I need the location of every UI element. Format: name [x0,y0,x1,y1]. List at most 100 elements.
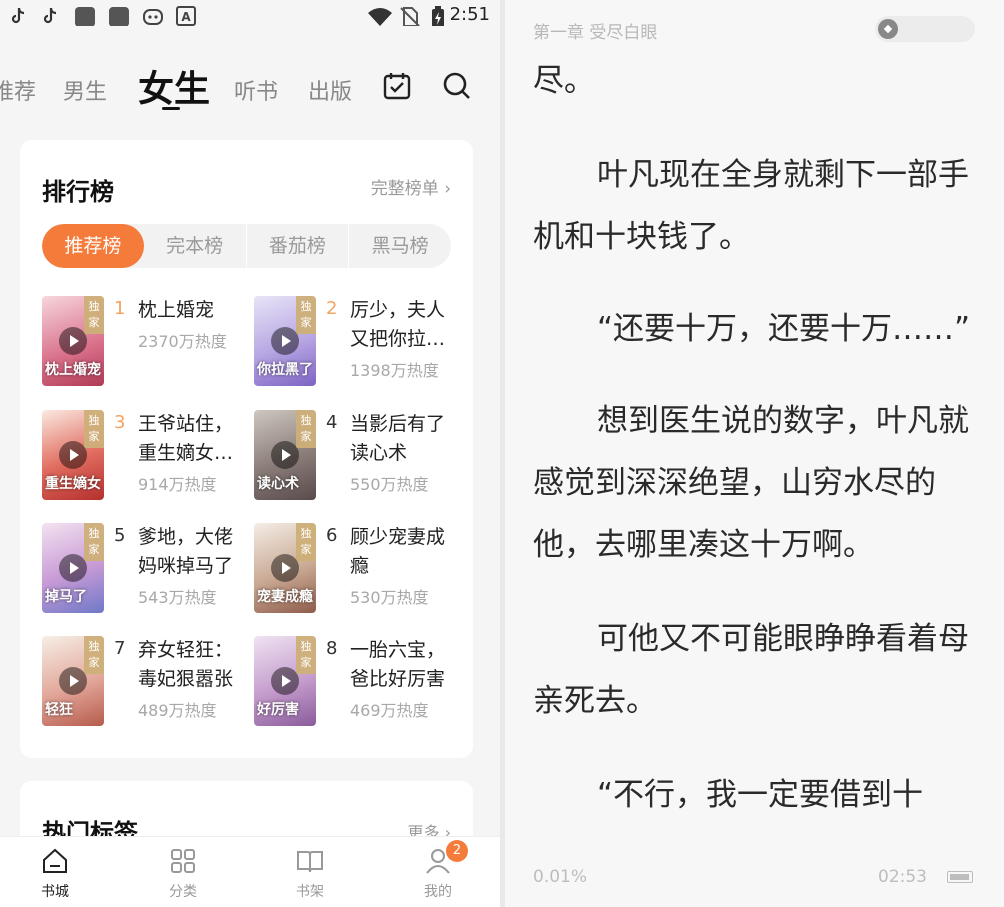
rank-number: 6 [326,525,338,546]
play-icon[interactable] [271,327,299,355]
nav-label: 我的 [424,884,452,900]
book-cover[interactable]: 独家 你拉黑了 [254,296,316,386]
ranking-tabs: 推荐榜 完本榜 番茄榜 黑马榜 [42,224,451,268]
tab-recommend[interactable]: 推荐 [0,74,36,106]
book-cover[interactable]: 独家 掉马了 [42,523,104,613]
book-title: 一胎六宝，爸比好厉害 [350,639,446,690]
play-icon[interactable] [271,667,299,695]
nav-label: 书架 [296,884,324,900]
battery-icon [947,871,973,883]
ranking-tab-darkhorse[interactable]: 黑马榜 [349,224,451,268]
exclusive-badge: 独家 [296,296,316,334]
no-sim-icon [400,7,420,26]
rank-number: 8 [326,638,338,659]
cover-title: 掉马了 [45,589,87,605]
reader-toggle[interactable] [875,16,975,42]
play-icon[interactable] [59,327,87,355]
toggle-knob[interactable] [878,19,898,39]
exclusive-badge: 独家 [84,523,104,561]
book-item[interactable]: 独家 宠妻成瘾 6 顾少宠妻成瘾 530万热度 [254,523,464,615]
font-a-icon: A [176,6,196,26]
book-heat: 530万热度 [350,588,429,607]
ranking-tab-fanqie[interactable]: 番茄榜 [247,224,350,268]
book-item[interactable]: 独家 你拉黑了 2 厉少，夫人又把你拉… 1398万热度 [254,296,464,388]
active-tab-indicator [162,107,180,110]
book-cover[interactable]: 独家 轻狂 [42,636,104,726]
status-bar: A 2:51 [0,0,500,32]
ranking-tab-completed[interactable]: 完本榜 [144,224,247,268]
wifi-icon [368,8,392,26]
tiktok-icon [43,7,57,24]
rank-number: 4 [326,412,338,433]
book-item[interactable]: 独家 好厉害 8 一胎六宝，爸比好厉害 469万热度 [254,636,464,728]
cover-title: 轻狂 [45,702,73,718]
chapter-title: 第一章 受尽白眼 [533,23,658,43]
cover-title: 你拉黑了 [257,362,313,378]
exclusive-badge: 独家 [296,410,316,448]
bottom-navigation: 书城 分类 书架 2 我的 [0,836,500,907]
play-icon[interactable] [271,441,299,469]
bookstore-screen: A 2:51 推荐 男生 女生 听书 出版 排行榜 完整榜单 › 推荐榜 完本榜… [0,0,500,907]
app-square-icon [75,7,95,26]
ranking-title: 排行榜 [42,178,114,206]
book-title: 王爷站住，重生嫡女… [138,413,234,464]
exclusive-badge: 独家 [84,296,104,334]
status-time: 2:51 [449,4,490,25]
search-icon[interactable] [441,70,473,102]
grid-icon [171,849,195,873]
calendar-check-icon[interactable] [381,70,413,102]
cover-title: 枕上婚宠 [45,362,101,378]
rank-number: 1 [114,298,126,319]
channel-tabs: 推荐 男生 女生 听书 出版 [0,58,500,118]
book-cover[interactable]: 独家 好厉害 [254,636,316,726]
nav-bookshelf[interactable]: 书架 [270,837,350,907]
ranking-card: 排行榜 完整榜单 › 推荐榜 完本榜 番茄榜 黑马榜 独家 枕上婚宠 1 枕上婚… [20,140,473,758]
ranking-tab-recommend[interactable]: 推荐榜 [42,224,144,268]
tab-audiobook[interactable]: 听书 [234,74,278,106]
book-item[interactable]: 独家 读心术 4 当影后有了读心术 550万热度 [254,410,464,502]
rank-number: 5 [114,525,126,546]
nav-label: 书城 [41,884,69,900]
battery-charging-icon [432,6,444,26]
play-icon[interactable] [59,667,87,695]
notification-badge: 2 [446,840,468,862]
full-ranking-link[interactable]: 完整榜单 › [371,174,451,199]
book-cover[interactable]: 独家 枕上婚宠 [42,296,104,386]
book-cover[interactable]: 独家 重生嫡女 [42,410,104,500]
play-icon[interactable] [59,554,87,582]
book-title: 弃女轻狂：毒妃狠嚣张 [138,639,234,690]
exclusive-badge: 独家 [296,636,316,674]
reader-paragraph: “不行，我一定要借到十 [597,777,924,813]
exclusive-badge: 独家 [296,523,316,561]
book-title: 当影后有了读心术 [350,413,446,464]
book-title: 顾少宠妻成瘾 [350,526,446,577]
tab-male[interactable]: 男生 [63,74,107,106]
book-open-icon [297,851,323,873]
nav-bookstore[interactable]: 书城 [15,837,95,907]
cover-title: 重生嫡女 [45,476,101,492]
book-item[interactable]: 独家 枕上婚宠 1 枕上婚宠 2370万热度 [42,296,252,388]
book-title: 枕上婚宠 [138,299,215,321]
reading-progress: 0.01% [533,867,588,887]
book-item[interactable]: 独家 轻狂 7 弃女轻狂：毒妃狠嚣张 489万热度 [42,636,252,728]
nav-profile[interactable]: 2 我的 [398,837,478,907]
exclusive-badge: 独家 [84,636,104,674]
reader-screen[interactable]: 第一章 受尽白眼 尽。 叶凡现在全身就剩下一部手机和十块钱了。 “还要十万，还要… [505,0,1004,907]
rank-number: 3 [114,412,126,433]
tab-female[interactable]: 女生 [138,60,210,112]
tiktok-icon [11,7,25,24]
book-item[interactable]: 独家 掉马了 5 爹地，大佬妈咪掉马了 543万热度 [42,523,252,615]
play-icon[interactable] [271,554,299,582]
book-cover[interactable]: 独家 读心术 [254,410,316,500]
book-title: 爹地，大佬妈咪掉马了 [138,526,234,577]
cover-title: 好厉害 [257,702,299,718]
book-heat: 1398万热度 [350,361,439,380]
rank-number: 2 [326,298,338,319]
tab-publish[interactable]: 出版 [308,74,352,106]
book-cover[interactable]: 独家 宠妻成瘾 [254,523,316,613]
nav-category[interactable]: 分类 [143,837,223,907]
book-heat: 543万热度 [138,588,217,607]
book-item[interactable]: 独家 重生嫡女 3 王爷站住，重生嫡女… 914万热度 [42,410,252,502]
play-icon[interactable] [59,441,87,469]
cover-title: 宠妻成瘾 [257,589,313,605]
